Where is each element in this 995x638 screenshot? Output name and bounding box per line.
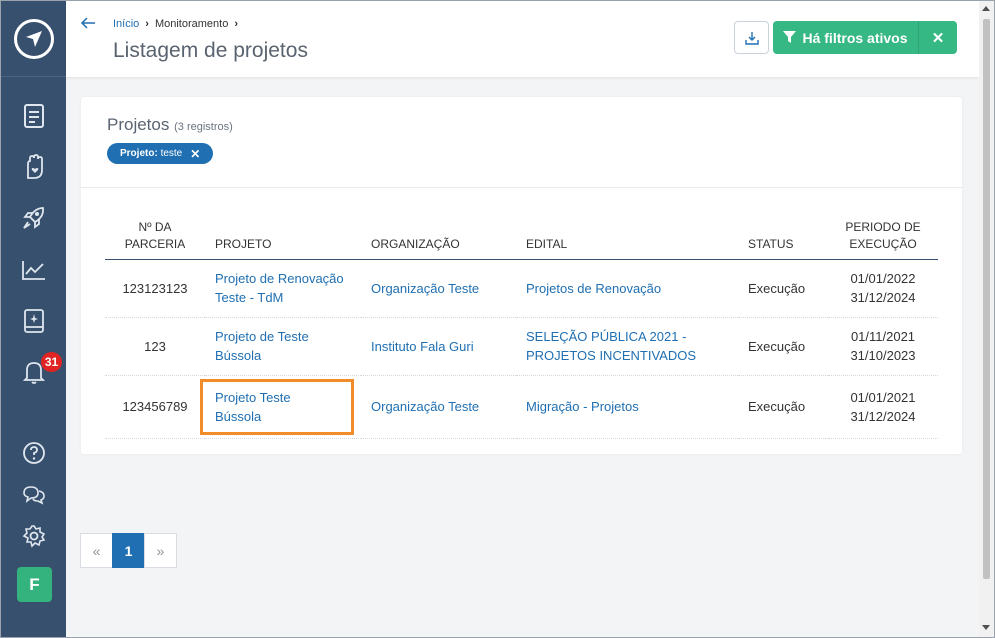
col-status[interactable]: STATUS (738, 207, 828, 260)
scroll-up-arrow-icon[interactable] (982, 6, 990, 11)
edital-link[interactable]: SELEÇÃO PÚBLICA 2021 - PROJETOS INCENTIV… (526, 329, 696, 363)
filter-icon (783, 31, 797, 43)
table-row: 123456789 Projeto Teste Bússola Organiza… (105, 375, 938, 439)
sidebar-item-donation[interactable] (21, 154, 47, 180)
document-icon (24, 104, 44, 128)
sidebar-item-documents[interactable] (21, 103, 47, 129)
compass-arrow-icon (26, 31, 42, 47)
clear-filters-button[interactable]: ✕ (919, 21, 957, 54)
chevron-right-icon: › (145, 18, 149, 30)
cell-edital: SELEÇÃO PÚBLICA 2021 - PROJETOS INCENTIV… (516, 317, 738, 376)
card-divider (81, 187, 962, 188)
cell-status: Execução (738, 259, 828, 318)
projects-card: Projetos (3 registros) Projeto: teste ✕ … (81, 97, 962, 454)
cell-status: Execução (738, 375, 828, 439)
cell-projeto: Projeto de Renovação Teste - TdM (205, 259, 361, 318)
app-logo[interactable] (14, 19, 54, 59)
cell-edital: Migração - Projetos (516, 375, 738, 439)
user-avatar[interactable]: F (17, 567, 52, 602)
col-organizacao[interactable]: ORGANIZAÇÃO (361, 207, 516, 260)
filter-label: Há filtros ativos (802, 29, 908, 46)
chip-value: teste (160, 148, 183, 159)
cell-organizacao: Instituto Fala Guri (361, 317, 516, 376)
col-parceria[interactable]: Nº DA PARCERIA (105, 207, 205, 260)
period-start: 01/11/2021 (850, 329, 916, 344)
sidebar-item-reports[interactable] (21, 257, 47, 283)
period-start: 01/01/2021 (850, 389, 916, 405)
notification-badge: 31 (41, 352, 62, 372)
page-title: Listagem de projetos (113, 39, 308, 62)
cell-periodo: 01/11/2021 31/10/2023 (828, 317, 938, 376)
breadcrumb-current[interactable]: Monitoramento (155, 18, 228, 30)
cell-parceria: 123456789 (105, 375, 205, 439)
cell-periodo: 01/01/2021 31/12/2024 (828, 375, 938, 439)
sidebar-divider (1, 76, 66, 77)
table-row: 123123123 Projeto de Renovação Teste - T… (105, 259, 938, 318)
chart-line-icon (22, 261, 45, 280)
edital-link[interactable]: Projetos de Renovação (526, 281, 661, 296)
chip-close-icon[interactable]: ✕ (190, 147, 200, 161)
period-start: 01/01/2022 (850, 271, 916, 286)
sidebar-item-settings[interactable] (21, 523, 47, 549)
filter-toggle[interactable]: Há filtros ativos (773, 21, 919, 54)
period-end: 31/10/2023 (850, 348, 916, 363)
pagination-next[interactable]: » (144, 533, 177, 568)
scroll-down-arrow-icon[interactable] (982, 625, 990, 630)
chip-key: Projeto: (120, 148, 158, 159)
organization-link[interactable]: Organização Teste (371, 399, 479, 414)
cell-edital: Projetos de Renovação (516, 259, 738, 318)
download-button[interactable] (734, 21, 769, 54)
scrollbar-thumb[interactable] (983, 19, 990, 579)
page-header: Início › Monitoramento › Listagem de pro… (66, 1, 979, 77)
sidebar: 31 F (1, 1, 66, 637)
project-link[interactable]: Projeto de Teste Bússola (215, 329, 309, 363)
breadcrumb: Início › Monitoramento › (113, 18, 238, 30)
rocket-icon (23, 207, 44, 229)
back-arrow-icon[interactable] (80, 15, 96, 31)
sidebar-item-book[interactable] (21, 308, 47, 334)
col-projeto[interactable]: PROJETO (205, 207, 361, 260)
organization-link[interactable]: Instituto Fala Guri (371, 339, 474, 354)
col-periodo[interactable]: PERIODO DE EXECUÇÃO (828, 207, 938, 260)
project-link[interactable]: Projeto de Renovação Teste - TdM (215, 271, 344, 305)
cell-parceria: 123 (105, 317, 205, 376)
projects-table: Nº DA PARCERIA PROJETO ORGANIZAÇÃO EDITA… (105, 207, 938, 439)
chevron-right-icon: › (234, 18, 239, 30)
cell-projeto: Projeto Teste Bússola (200, 375, 361, 439)
edital-link[interactable]: Migração - Projetos (526, 399, 639, 414)
cell-periodo: 01/01/2022 31/12/2024 (828, 259, 938, 318)
pagination-prev[interactable]: « (80, 533, 113, 568)
cell-organizacao: Organização Teste (361, 259, 516, 318)
active-filters-button[interactable]: Há filtros ativos ✕ (773, 21, 957, 54)
pagination: « 1 » (80, 533, 177, 568)
table-header-row: Nº DA PARCERIA PROJETO ORGANIZAÇÃO EDITA… (105, 207, 938, 260)
card-title-text: Projetos (107, 115, 170, 134)
col-edital[interactable]: EDITAL (516, 207, 738, 260)
table-row: 123 Projeto de Teste Bússola Instituto F… (105, 317, 938, 376)
gear-icon (22, 525, 46, 548)
breadcrumb-home-link[interactable]: Início (113, 18, 139, 30)
card-title: Projetos (3 registros) (107, 115, 233, 135)
organization-link[interactable]: Organização Teste (371, 281, 479, 296)
download-icon (744, 31, 759, 45)
chat-bubbles-icon (23, 486, 45, 505)
cell-organizacao: Organização Teste (361, 375, 516, 439)
period-end: 31/12/2024 (850, 290, 916, 305)
book-sparkle-icon (24, 309, 44, 333)
cell-parceria: 123123123 (105, 259, 205, 318)
question-circle-icon (23, 442, 45, 464)
project-link-highlighted[interactable]: Projeto Teste Bússola (200, 378, 354, 435)
filter-chip[interactable]: Projeto: teste ✕ (107, 143, 214, 164)
hand-heart-icon (27, 154, 43, 179)
cell-status: Execução (738, 317, 828, 376)
sidebar-item-chat[interactable] (21, 482, 47, 508)
sidebar-item-launch[interactable] (21, 205, 47, 231)
sidebar-item-help[interactable] (21, 440, 47, 466)
vertical-scrollbar[interactable] (979, 1, 994, 637)
pagination-page-current[interactable]: 1 (112, 533, 145, 568)
record-count: (3 registros) (174, 121, 233, 133)
cell-projeto: Projeto de Teste Bússola (205, 317, 361, 376)
period-end: 31/12/2024 (850, 408, 916, 424)
